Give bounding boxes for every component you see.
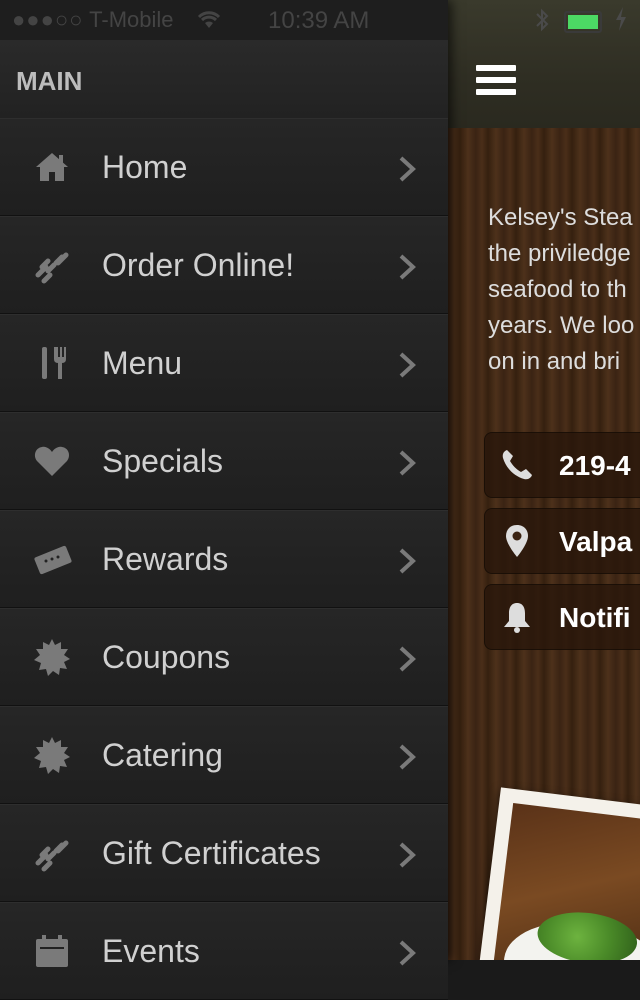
phone-button[interactable]: 219-4 <box>484 432 640 498</box>
fork-knife-icon <box>32 343 72 383</box>
location-text: Valpa <box>559 526 633 557</box>
menu-item-label: Home <box>102 149 188 185</box>
menu-item-label: Coupons <box>102 639 231 675</box>
calendar-icon <box>32 931 72 971</box>
phone-icon <box>499 447 535 483</box>
notifications-button[interactable]: Notifi <box>484 584 640 650</box>
menu-item-coupons[interactable]: Coupons <box>0 608 448 706</box>
heart-icon <box>32 441 72 481</box>
battery-icon <box>564 11 602 33</box>
description-line: years. We loo <box>488 312 635 339</box>
description-line: Kelsey's Stea <box>488 204 633 231</box>
menu-item-catering[interactable]: Catering <box>0 706 448 804</box>
section-header: MAIN <box>0 40 448 119</box>
description-line: the priviledge <box>488 240 631 267</box>
menu-item-menu[interactable]: Menu <box>0 314 448 412</box>
starburst-icon <box>32 637 72 677</box>
menu-item-label: Specials <box>102 443 223 479</box>
side-drawer-menu: MAIN Home Order Online! Menu Specials Re… <box>0 0 448 1000</box>
chevron-right-icon <box>398 939 416 967</box>
menu-item-label: Catering <box>102 737 223 773</box>
ticket-icon <box>32 539 72 579</box>
chevron-right-icon <box>398 351 416 379</box>
chevron-right-icon <box>398 841 416 869</box>
menu-item-label: Events <box>102 933 200 969</box>
chevron-right-icon <box>398 155 416 183</box>
link-icon <box>32 245 72 285</box>
menu-list: Home Order Online! Menu Specials Rewards… <box>0 118 448 1000</box>
menu-item-rewards[interactable]: Rewards <box>0 510 448 608</box>
phone-number: 219-4 <box>559 450 631 481</box>
menu-item-label: Rewards <box>102 541 229 577</box>
menu-item-gift-certificates[interactable]: Gift Certificates <box>0 804 448 902</box>
bell-icon <box>499 599 535 635</box>
home-icon <box>32 147 72 187</box>
carrier-name: T-Mobile <box>89 7 174 32</box>
description-line: on in and bri <box>488 348 621 375</box>
carrier-info: ●●●○○ T-Mobile <box>12 7 174 33</box>
menu-item-label: Gift Certificates <box>102 835 321 871</box>
status-time: 10:39 AM <box>268 7 370 34</box>
section-title: MAIN <box>16 66 83 96</box>
charging-icon <box>614 6 628 38</box>
menu-item-specials[interactable]: Specials <box>0 412 448 510</box>
map-pin-icon <box>499 523 535 559</box>
menu-item-home[interactable]: Home <box>0 118 448 216</box>
chevron-right-icon <box>398 743 416 771</box>
menu-item-label: Menu <box>102 345 183 381</box>
bluetooth-icon <box>534 8 550 38</box>
location-button[interactable]: Valpa <box>484 508 640 574</box>
signal-strength-icon: ●●●○○ <box>12 7 84 32</box>
main-app-screen: Kelsey's Stea the priviledge seafood to … <box>448 0 640 960</box>
status-bar: ●●●○○ T-Mobile 10:39 AM <box>0 0 640 40</box>
chevron-right-icon <box>398 547 416 575</box>
notifications-text: Notifi <box>559 602 631 633</box>
chevron-right-icon <box>398 449 416 477</box>
food-photo <box>476 787 640 960</box>
link-icon <box>32 833 72 873</box>
menu-item-label: Order Online! <box>102 247 295 283</box>
chevron-right-icon <box>398 645 416 673</box>
hamburger-menu-icon[interactable] <box>476 65 516 97</box>
starburst-icon <box>32 735 72 775</box>
chevron-right-icon <box>398 253 416 281</box>
wifi-icon <box>196 8 222 36</box>
description-line: seafood to th <box>488 276 627 303</box>
menu-item-events[interactable]: Events <box>0 902 448 1000</box>
restaurant-description: Kelsey's Stea the priviledge seafood to … <box>488 200 640 380</box>
menu-item-order-online[interactable]: Order Online! <box>0 216 448 314</box>
